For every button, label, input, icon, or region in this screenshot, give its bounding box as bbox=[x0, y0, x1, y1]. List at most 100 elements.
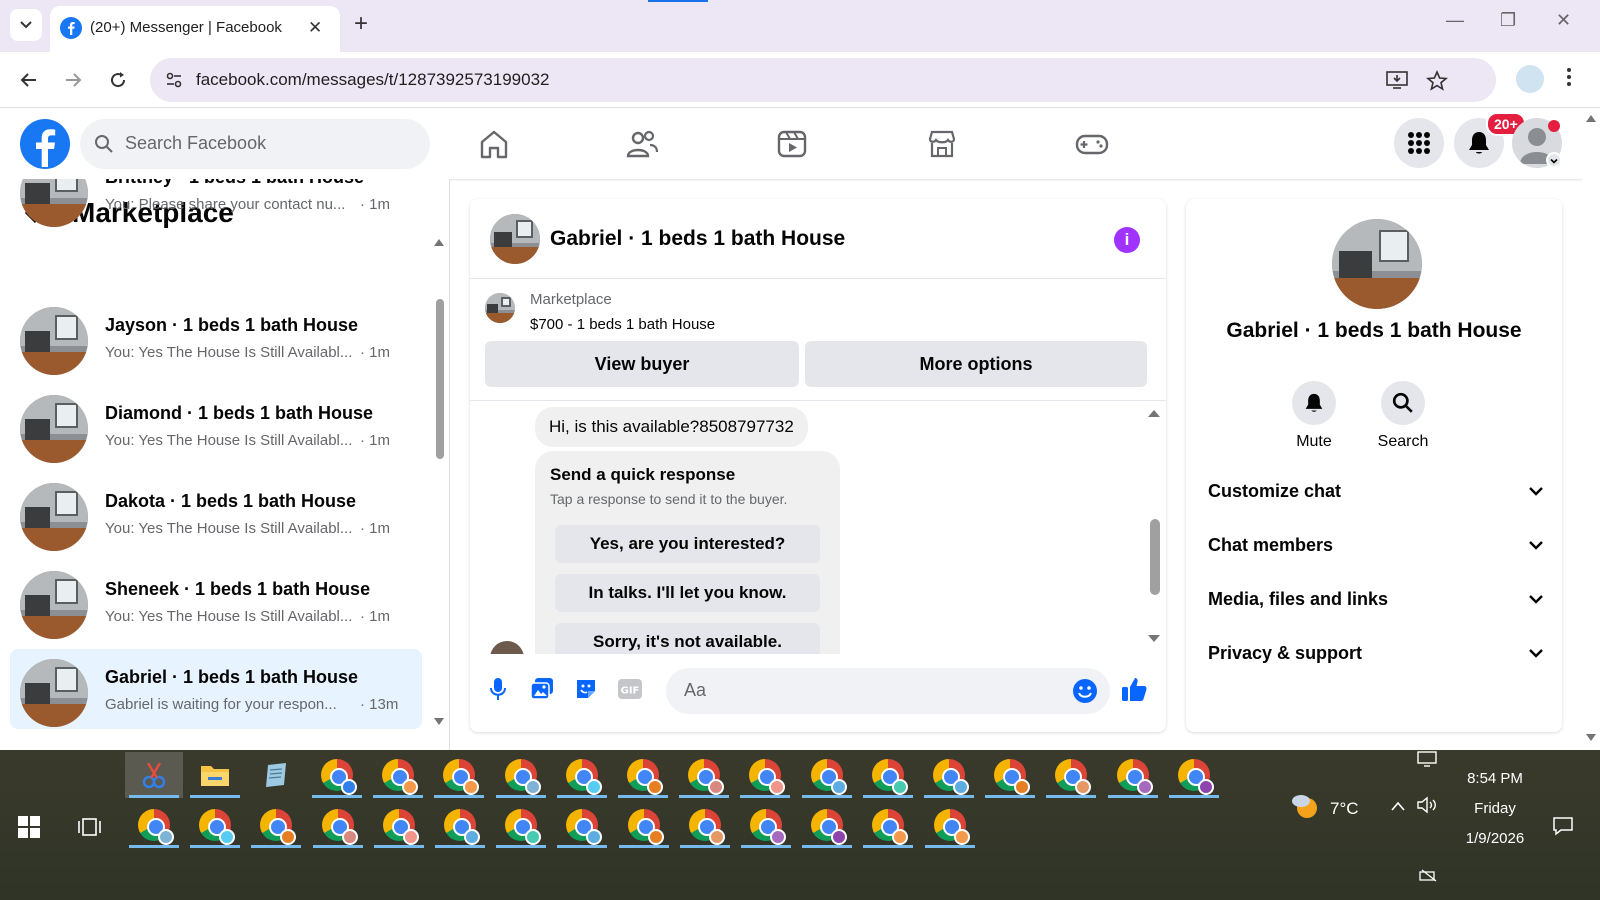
media-files-links-section[interactable]: Media, files and links bbox=[1208, 579, 1544, 619]
taskbar-app-chrome[interactable] bbox=[859, 752, 917, 798]
taskbar-app-chrome[interactable] bbox=[186, 802, 244, 848]
taskbar-app-chrome[interactable] bbox=[1165, 752, 1223, 798]
taskbar-app-chrome[interactable] bbox=[798, 752, 856, 798]
taskbar-app-chrome[interactable] bbox=[125, 802, 183, 848]
contact-avatar[interactable] bbox=[1332, 219, 1422, 309]
taskbar-app-chrome[interactable] bbox=[736, 752, 794, 798]
back-button[interactable] bbox=[16, 67, 42, 93]
taskbar-app-chrome[interactable] bbox=[675, 752, 733, 798]
chat-avatar[interactable] bbox=[490, 214, 540, 264]
taskbar-app-chrome[interactable] bbox=[370, 802, 428, 848]
page-scrollbar[interactable] bbox=[1582, 108, 1600, 750]
taskbar-app-chrome[interactable] bbox=[615, 802, 673, 848]
task-view-icon[interactable] bbox=[78, 816, 102, 838]
privacy-support-section[interactable]: Privacy & support bbox=[1208, 633, 1544, 673]
emoji-icon[interactable] bbox=[1072, 678, 1098, 704]
taskbar-app-chrome[interactable] bbox=[614, 752, 672, 798]
taskbar-app-notepad[interactable] bbox=[247, 752, 305, 798]
notification-center-icon[interactable] bbox=[1552, 816, 1574, 836]
scroll-down-icon[interactable] bbox=[1148, 635, 1160, 643]
scroll-up-icon[interactable] bbox=[1148, 409, 1160, 417]
monitor-icon[interactable] bbox=[1416, 750, 1438, 768]
tab-close-icon[interactable]: ✕ bbox=[308, 18, 322, 38]
gaming-icon[interactable] bbox=[1074, 126, 1110, 162]
bookmark-star-icon[interactable] bbox=[1426, 70, 1448, 92]
site-settings-icon[interactable] bbox=[164, 70, 184, 90]
clock-time[interactable]: 8:54 PM bbox=[1450, 770, 1540, 787]
search-in-conversation-button[interactable]: Search bbox=[1368, 381, 1438, 451]
taskbar-app-chrome[interactable] bbox=[553, 752, 611, 798]
info-icon[interactable]: i bbox=[1114, 227, 1140, 253]
listing-title[interactable]: $700 - 1 beds 1 bath House bbox=[530, 316, 715, 333]
view-buyer-button[interactable]: View buyer bbox=[485, 341, 799, 387]
taskbar-app-chrome[interactable] bbox=[492, 752, 550, 798]
taskbar-app-chrome[interactable] bbox=[798, 802, 856, 848]
taskbar-app-chrome[interactable] bbox=[369, 752, 427, 798]
thread-scroll-thumb[interactable] bbox=[1150, 519, 1160, 595]
attach-photo-button[interactable] bbox=[528, 675, 556, 703]
install-app-icon[interactable] bbox=[1386, 70, 1408, 90]
scroll-up-icon[interactable] bbox=[434, 238, 444, 246]
conversation-item[interactable]: Jayson · 1 beds 1 bath House You: Yes The… bbox=[10, 297, 422, 377]
menu-button[interactable] bbox=[1394, 118, 1444, 168]
new-tab-button[interactable]: + bbox=[354, 10, 368, 38]
weather-temperature[interactable]: 7°C bbox=[1330, 799, 1359, 819]
sidebar-scroll-thumb[interactable] bbox=[436, 299, 444, 459]
clock-day[interactable]: Friday bbox=[1450, 800, 1540, 817]
facebook-search-input[interactable]: Search Facebook bbox=[80, 119, 430, 169]
taskbar-app-chrome[interactable] bbox=[981, 752, 1039, 798]
show-hidden-icons-icon[interactable] bbox=[1390, 800, 1406, 812]
taskbar-app-chrome[interactable] bbox=[920, 752, 978, 798]
scroll-down-icon[interactable] bbox=[434, 718, 444, 726]
taskbar-app-chrome[interactable] bbox=[553, 802, 611, 848]
reload-button[interactable] bbox=[105, 67, 131, 93]
taskbar-app-chrome[interactable] bbox=[431, 802, 489, 848]
network-icon[interactable] bbox=[1418, 868, 1438, 882]
home-icon[interactable] bbox=[476, 126, 512, 162]
more-options-button[interactable]: More options bbox=[805, 341, 1147, 387]
close-window-icon[interactable]: ✕ bbox=[1556, 10, 1571, 31]
message-thread[interactable]: Hi, is this available?8508797732 Send a … bbox=[470, 401, 1166, 654]
scroll-up-icon[interactable] bbox=[1586, 114, 1596, 122]
chat-title[interactable]: Gabriel · 1 beds 1 bath House bbox=[550, 227, 845, 251]
quick-response-in-talks[interactable]: In talks. I'll let you know. bbox=[555, 574, 820, 612]
account-chevron-icon[interactable] bbox=[1546, 152, 1562, 168]
weather-icon[interactable] bbox=[1290, 792, 1320, 820]
conversation-item[interactable]: Dakota · 1 beds 1 bath House You: Yes The… bbox=[10, 473, 422, 553]
facebook-logo-icon[interactable] bbox=[20, 119, 70, 169]
minimize-icon[interactable]: — bbox=[1446, 10, 1464, 31]
taskbar-app-chrome[interactable] bbox=[859, 802, 917, 848]
taskbar-app-chrome[interactable] bbox=[1104, 752, 1162, 798]
taskbar-app-chrome[interactable] bbox=[737, 802, 795, 848]
taskbar-app-chrome[interactable] bbox=[247, 802, 305, 848]
marketplace-icon[interactable] bbox=[924, 126, 960, 162]
volume-icon[interactable] bbox=[1416, 796, 1438, 814]
taskbar-app-chrome[interactable] bbox=[921, 802, 979, 848]
mute-button[interactable]: Mute bbox=[1279, 381, 1349, 451]
friends-icon[interactable] bbox=[624, 126, 660, 162]
address-bar[interactable]: facebook.com/messages/t/1287392573199032 bbox=[150, 58, 1496, 102]
tab-search-button[interactable] bbox=[10, 9, 42, 41]
taskbar-app-chrome[interactable] bbox=[492, 802, 550, 848]
taskbar-app-chrome[interactable] bbox=[309, 802, 367, 848]
taskbar-app-chrome[interactable] bbox=[676, 802, 734, 848]
restore-icon[interactable]: ❐ bbox=[1500, 10, 1516, 31]
message-input[interactable]: Aa bbox=[666, 668, 1110, 714]
gif-button[interactable]: GIF bbox=[616, 675, 644, 703]
taskbar-app-chrome[interactable] bbox=[430, 752, 488, 798]
windows-start-icon[interactable] bbox=[18, 816, 40, 838]
conversation-item[interactable]: Diamond · 1 beds 1 bath House You: Yes Th… bbox=[10, 385, 422, 465]
browser-menu-icon[interactable] bbox=[1566, 66, 1572, 88]
chat-members-section[interactable]: Chat members bbox=[1208, 525, 1544, 565]
conversation-item[interactable]: Brittney · 1 beds 1 bath House You: Pleas… bbox=[10, 179, 422, 229]
conversation-item[interactable]: Sheneek · 1 beds 1 bath House You: Yes Th… bbox=[10, 561, 422, 641]
sticker-button[interactable] bbox=[572, 675, 600, 703]
scroll-down-icon[interactable] bbox=[1586, 734, 1596, 742]
taskbar-app-chrome[interactable] bbox=[308, 752, 366, 798]
video-icon[interactable] bbox=[774, 126, 810, 162]
quick-response-not-available[interactable]: Sorry, it's not available. bbox=[555, 623, 820, 654]
like-button[interactable] bbox=[1120, 675, 1148, 703]
customize-chat-section[interactable]: Customize chat bbox=[1208, 471, 1544, 511]
taskbar-app-chrome[interactable] bbox=[1042, 752, 1100, 798]
clock-date[interactable]: 1/9/2026 bbox=[1450, 830, 1540, 847]
